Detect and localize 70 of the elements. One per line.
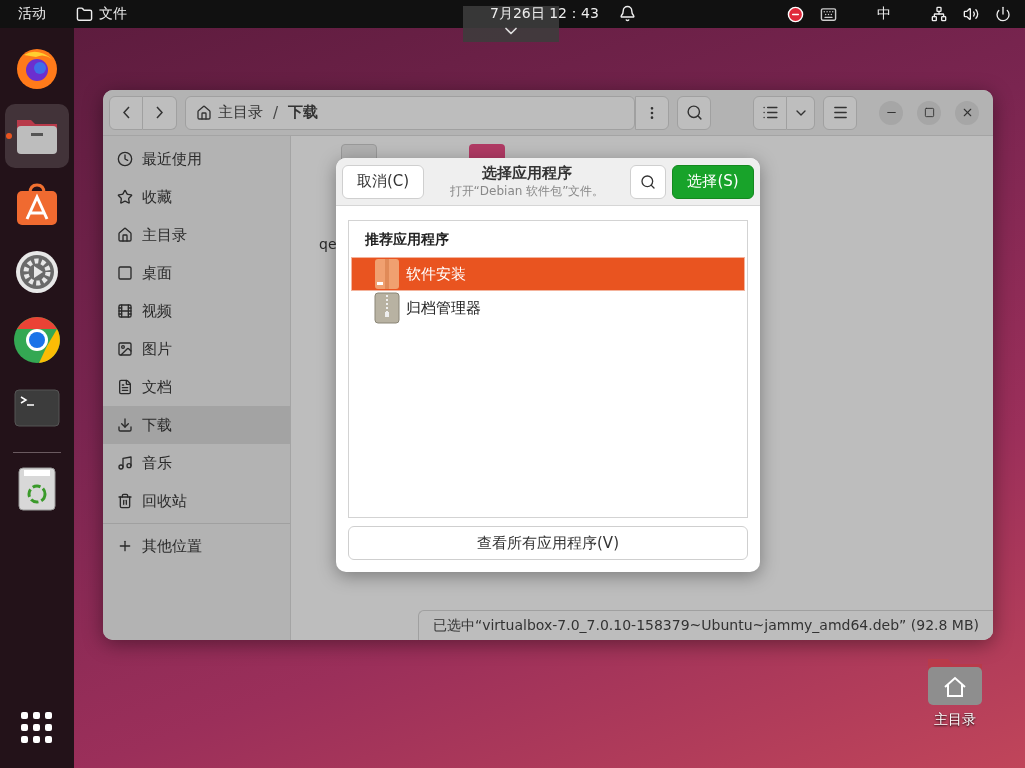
download-icon [117,417,133,433]
trash-icon [18,466,56,512]
sidebar-item[interactable]: 图片 [103,330,290,368]
clock-icon [117,151,133,167]
input-method-indicator[interactable]: 中 [877,5,891,23]
folder-icon [76,5,93,23]
view-all-apps-button[interactable]: 查看所有应用程序(V) [348,526,748,560]
file-name: qe [319,236,337,252]
sidebar-item[interactable]: 文档 [103,368,290,406]
path-crumb[interactable]: 下载 [288,103,319,122]
dock-item[interactable] [5,104,69,168]
sidebar-item[interactable]: 下载 [103,406,290,444]
activities-button[interactable]: 活动 [18,5,46,23]
sidebar-item[interactable]: 回收站 [103,482,290,520]
square-icon [117,265,133,281]
maximize-button[interactable] [917,100,941,125]
cancel-button[interactable]: 取消(C) [342,164,424,199]
home-icon [117,227,133,243]
gear-icon [14,249,60,295]
clock[interactable]: 7月26日 12：43 [490,5,599,23]
home-icon [196,104,212,121]
list-icon [761,104,779,121]
image-icon [117,341,133,357]
sidebar-item[interactable]: 最近使用 [103,140,290,178]
app-row[interactable]: 软件安装 [351,257,745,291]
chevron-right-icon [156,106,163,119]
chevron-left-icon [122,106,130,119]
sidebar-item[interactable]: 音乐 [103,444,290,482]
path-bar[interactable]: 主目录 / 下载 [185,95,635,130]
zipper-archive-icon [374,292,400,324]
bell-icon [619,5,636,22]
chrome-icon [13,316,61,364]
music-icon [117,455,133,471]
close-button[interactable] [955,100,979,125]
power-icon[interactable] [995,6,1011,22]
sidebar-item[interactable]: 收藏 [103,178,290,216]
path-crumb[interactable]: 主目录 [218,103,263,122]
network-icon[interactable] [931,6,947,22]
path-separator: / [273,103,279,122]
desktop-icon-label: 主目录 [934,711,976,729]
app-grid-icon[interactable] [21,712,53,744]
app-row[interactable]: 归档管理器 [351,291,745,325]
keyboard-icon[interactable] [820,5,837,23]
sidebar-item[interactable]: 主目录 [103,216,290,254]
menu-button[interactable] [823,95,857,130]
app-menu[interactable]: 文件 [99,5,127,23]
section-heading: 推荐应用程序 [364,231,450,249]
shopping-bag-icon [14,181,60,227]
sidebar-item[interactable]: 视频 [103,292,290,330]
terminal-icon [14,389,60,427]
package-icon [374,258,400,290]
list-view-button[interactable] [753,95,787,130]
sidebar-item[interactable]: 桌面 [103,254,290,292]
dialog-subtitle: 打开“Debian 软件包”文件。 [449,182,605,200]
trash-icon [117,493,133,509]
maximize-icon [923,107,935,118]
menu-icon [831,104,849,121]
document-icon [117,379,133,395]
film-icon [117,303,133,319]
star-icon [117,189,133,205]
do-not-disturb-icon[interactable] [787,5,804,23]
volume-icon[interactable] [963,6,979,22]
dialog-title: 选择应用程序 [482,163,572,183]
plus-icon [117,538,133,554]
search-icon [685,104,703,121]
sidebar-item[interactable]: 其他位置 [103,527,290,565]
search-button[interactable] [630,164,666,199]
status-text: 已选中“virtualbox-7.0_7.0.10-158379~Ubuntu~jammy_amd64.deb” (92.8 MB) [417,610,993,640]
search-button[interactable] [677,95,711,130]
search-icon [640,173,656,190]
